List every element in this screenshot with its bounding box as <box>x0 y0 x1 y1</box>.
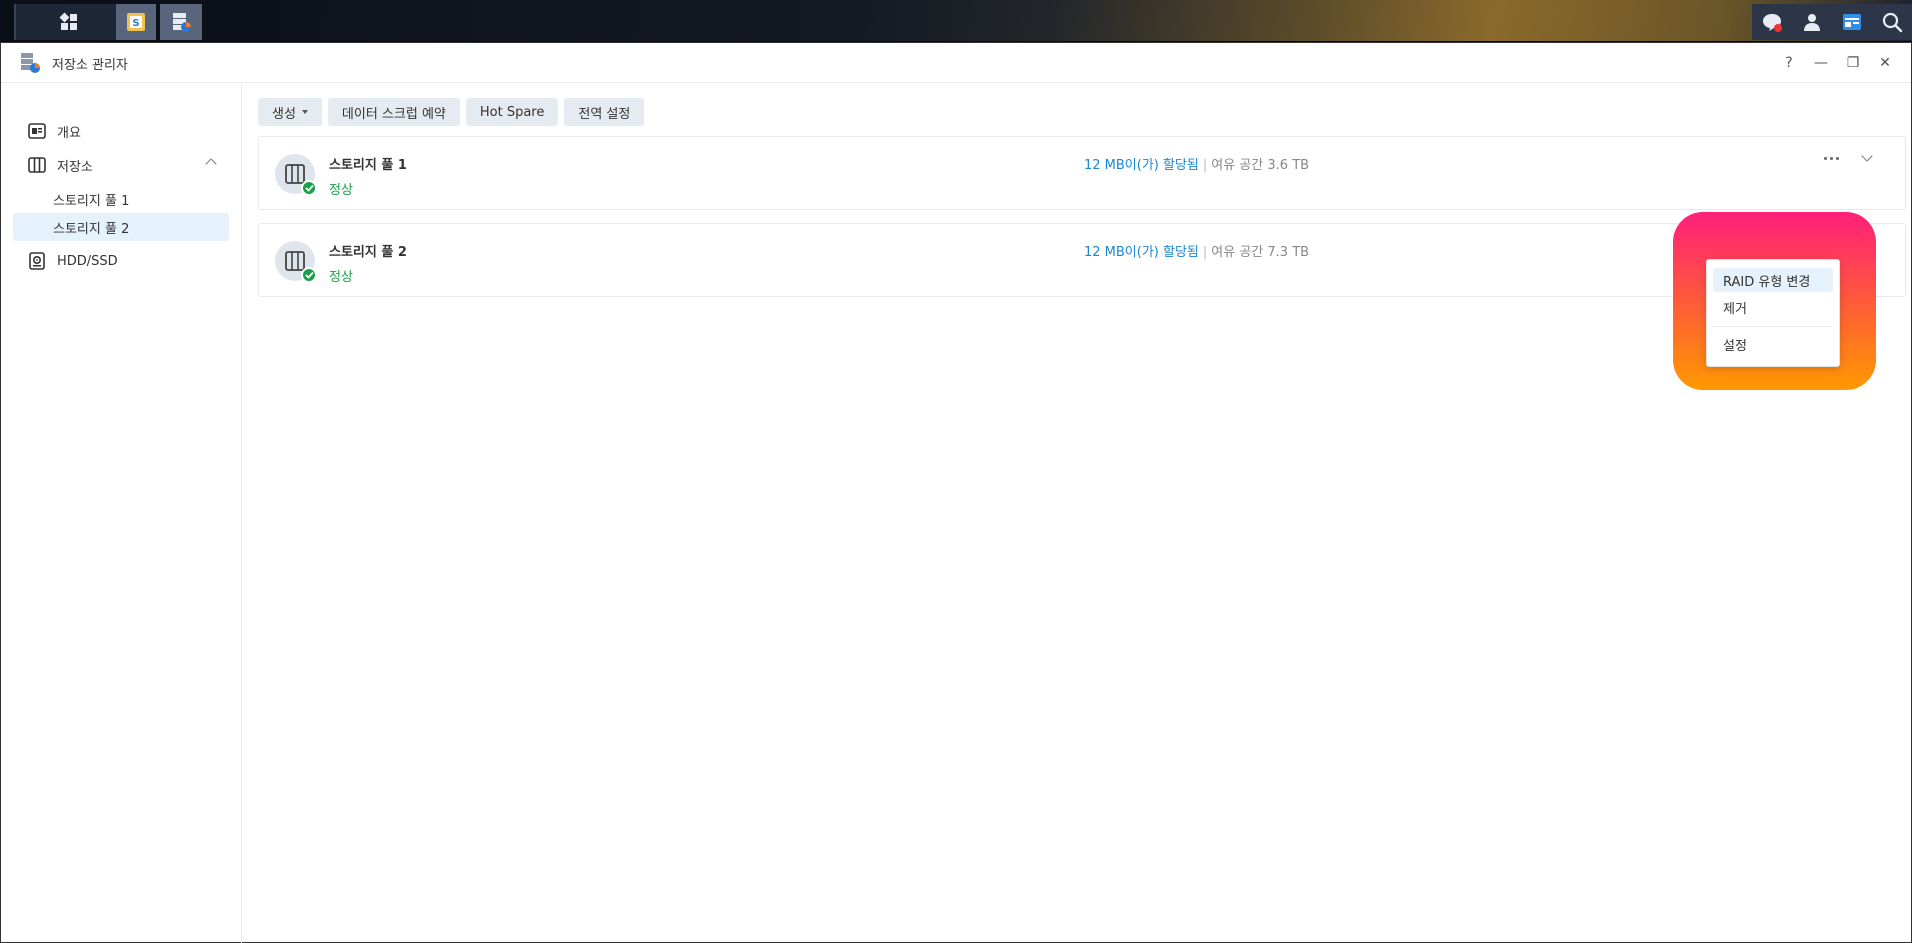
chat-notification-icon <box>1763 14 1782 32</box>
restore-button[interactable]: ❐ <box>1837 53 1869 73</box>
main-menu-button[interactable] <box>14 4 122 40</box>
sidebar-item-storage-pool-2[interactable]: 스토리지 풀 2 <box>13 213 229 241</box>
sidebar-item-label: HDD/SSD <box>57 253 118 269</box>
user-icon <box>1804 14 1820 31</box>
sidebar-item-hdd-ssd[interactable]: HDD/SSD <box>13 247 229 275</box>
storage-manager-window: 저장소 관리자 ? — ❐ ✕ 개요 저장소 스토리지 풀 1 스토리지 풀 2 <box>0 42 1912 943</box>
usage-separator: | <box>1202 245 1208 260</box>
pool-status: 정상 <box>329 270 353 285</box>
storage-pool-card[interactable]: 스토리지 풀 2 정상 12 MB이(가) 할당됨 | 여유 공간 7.3 TB <box>258 223 1906 297</box>
chevron-up-icon[interactable] <box>205 158 217 170</box>
pool-allocated[interactable]: 12 MB이(가) 할당됨 <box>1084 245 1199 260</box>
widgets-icon <box>1843 14 1861 30</box>
storage-manager-taskbar-icon <box>173 13 191 32</box>
storage-manager-app-icon <box>21 53 40 73</box>
pool-free-space: 여유 공간 7.3 TB <box>1211 245 1310 260</box>
menu-item-settings[interactable]: 설정 <box>1713 332 1833 356</box>
storage-pool-icon <box>275 154 317 196</box>
sidebar-item-overview[interactable]: 개요 <box>13 117 229 145</box>
status-ok-icon <box>301 267 317 283</box>
window-title: 저장소 관리자 <box>52 58 128 73</box>
create-button-label: 생성 <box>272 106 296 122</box>
context-menu: RAID 유형 변경 제거 설정 <box>1706 259 1840 367</box>
svg-text:S: S <box>132 18 139 29</box>
sidebar-item-storage[interactable]: 저장소 <box>13 151 229 179</box>
menu-item-change-raid-type[interactable]: RAID 유형 변경 <box>1713 268 1833 292</box>
minimize-button[interactable]: — <box>1805 53 1837 73</box>
apps-grid-icon <box>59 12 77 30</box>
close-button[interactable]: ✕ <box>1869 53 1901 73</box>
scrub-schedule-button[interactable]: 데이터 스크럽 예약 <box>327 98 460 126</box>
chevron-down-icon[interactable] <box>1861 150 1873 162</box>
pool-status: 정상 <box>329 183 353 198</box>
synology-app-icon: S <box>127 13 145 31</box>
global-settings-button[interactable]: 전역 설정 <box>564 98 645 126</box>
hdd-icon <box>27 251 47 271</box>
taskbar-app-synology[interactable]: S <box>116 4 156 40</box>
search-icon <box>1882 12 1903 33</box>
taskbar: S <box>0 0 1912 42</box>
sidebar-item-storage-pool-1[interactable]: 스토리지 풀 1 <box>13 185 229 213</box>
sidebar-item-label: 스토리지 풀 1 <box>53 193 130 209</box>
user-button[interactable] <box>1792 4 1832 40</box>
chevron-down-icon[interactable] <box>1861 237 1873 249</box>
status-ok-icon <box>301 180 317 196</box>
toolbar: 생성 데이터 스크럽 예약 Hot Spare 전역 설정 <box>258 98 645 126</box>
notifications-button[interactable] <box>1752 4 1792 40</box>
pool-usage: 12 MB이(가) 할당됨 | 여유 공간 7.3 TB <box>1084 241 1309 260</box>
hot-spare-button[interactable]: Hot Spare <box>465 98 559 126</box>
storage-pool-card[interactable]: 스토리지 풀 1 정상 12 MB이(가) 할당됨 | 여유 공간 3.6 TB <box>258 136 1906 210</box>
sidebar-item-label: 스토리지 풀 2 <box>53 221 130 237</box>
sidebar: 개요 저장소 스토리지 풀 1 스토리지 풀 2 HDD/SSD <box>1 84 242 943</box>
pool-name: 스토리지 풀 2 <box>329 245 407 260</box>
usage-separator: | <box>1202 158 1208 173</box>
more-options-button[interactable] <box>1819 151 1843 165</box>
pool-allocated[interactable]: 12 MB이(가) 할당됨 <box>1084 158 1199 173</box>
sidebar-item-label: 저장소 <box>57 159 93 175</box>
pool-free-space: 여유 공간 3.6 TB <box>1211 158 1310 173</box>
storage-pool-icon <box>275 241 317 283</box>
menu-item-remove[interactable]: 제거 <box>1713 295 1833 319</box>
overview-icon <box>27 121 47 141</box>
search-button[interactable] <box>1872 4 1912 40</box>
help-button[interactable]: ? <box>1773 53 1805 73</box>
window-titlebar[interactable]: 저장소 관리자 ? — ❐ ✕ <box>1 43 1911 83</box>
storage-icon <box>27 155 47 175</box>
create-button[interactable]: 생성 <box>258 98 322 126</box>
main-content: 생성 데이터 스크럽 예약 Hot Spare 전역 설정 스토리지 풀 1 정… <box>242 84 1911 942</box>
pool-name: 스토리지 풀 1 <box>329 158 407 173</box>
menu-divider <box>1713 326 1833 327</box>
taskbar-app-storage-manager[interactable] <box>160 4 202 40</box>
widgets-button[interactable] <box>1832 4 1872 40</box>
more-options-button[interactable] <box>1819 238 1843 252</box>
pool-usage: 12 MB이(가) 할당됨 | 여유 공간 3.6 TB <box>1084 154 1309 173</box>
sidebar-item-label: 개요 <box>57 125 81 141</box>
caret-down-icon <box>301 110 308 114</box>
